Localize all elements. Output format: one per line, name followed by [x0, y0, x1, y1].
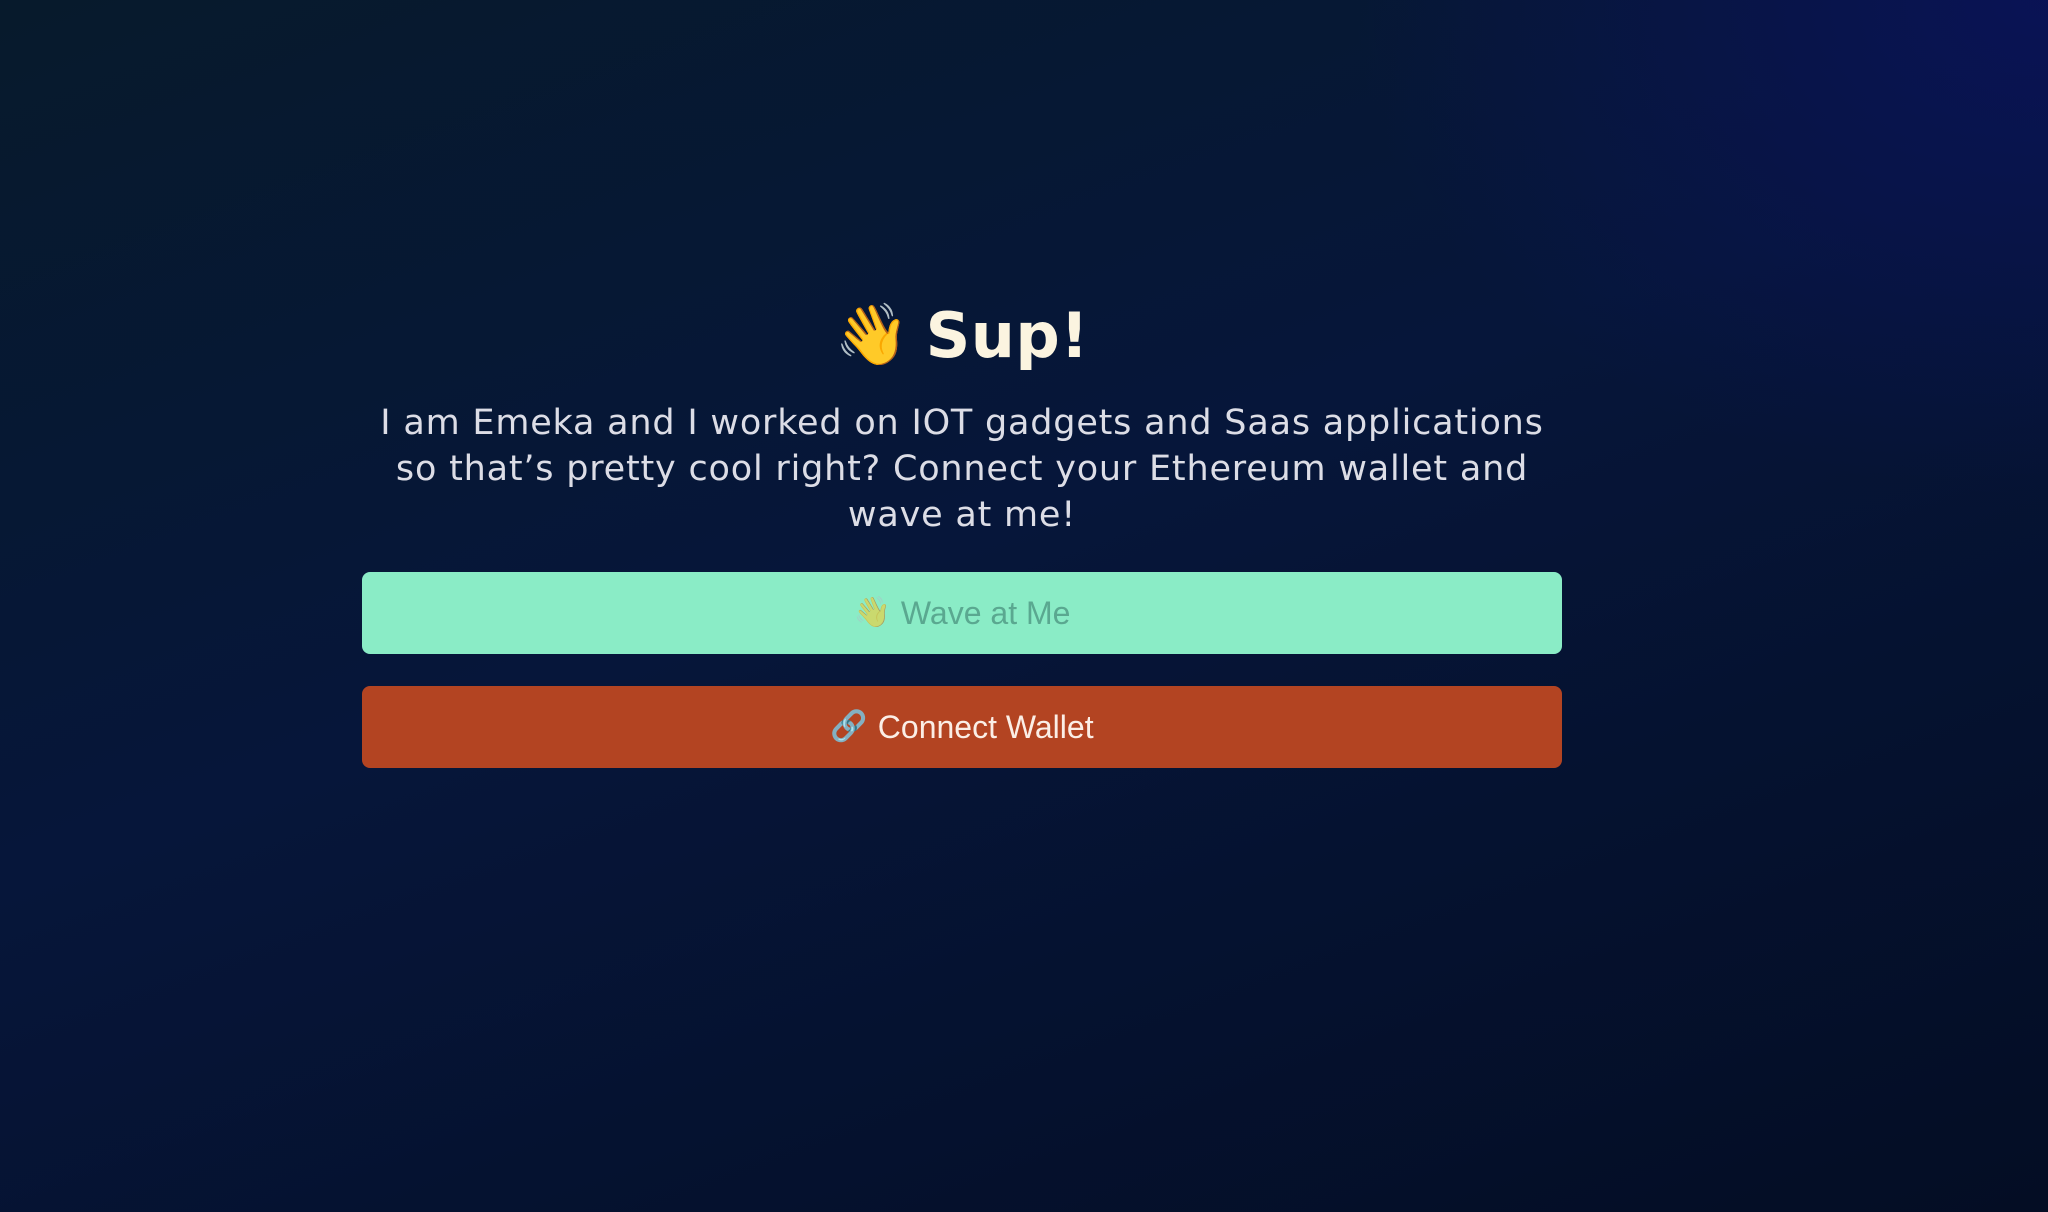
page-header: 👋 Sup! — [835, 290, 1089, 380]
connect-wallet-button[interactable]: 🔗 Connect Wallet — [362, 686, 1562, 768]
link-icon: 🔗 — [830, 710, 868, 743]
main-card: 👋 Sup! I am Emeka and I worked on IOT ga… — [362, 290, 1562, 768]
wave-button[interactable]: 👋 Wave at Me — [362, 572, 1562, 654]
bio-text: I am Emeka and I worked on IOT gadgets a… — [380, 403, 1544, 535]
connect-wallet-button-label: Connect Wallet — [877, 708, 1094, 745]
page-title: Sup! — [925, 298, 1090, 372]
wave-button-label: Wave at Me — [900, 594, 1071, 631]
waving-hand-icon: 👋 — [834, 300, 910, 370]
waving-hand-icon: 👋 — [853, 596, 891, 629]
